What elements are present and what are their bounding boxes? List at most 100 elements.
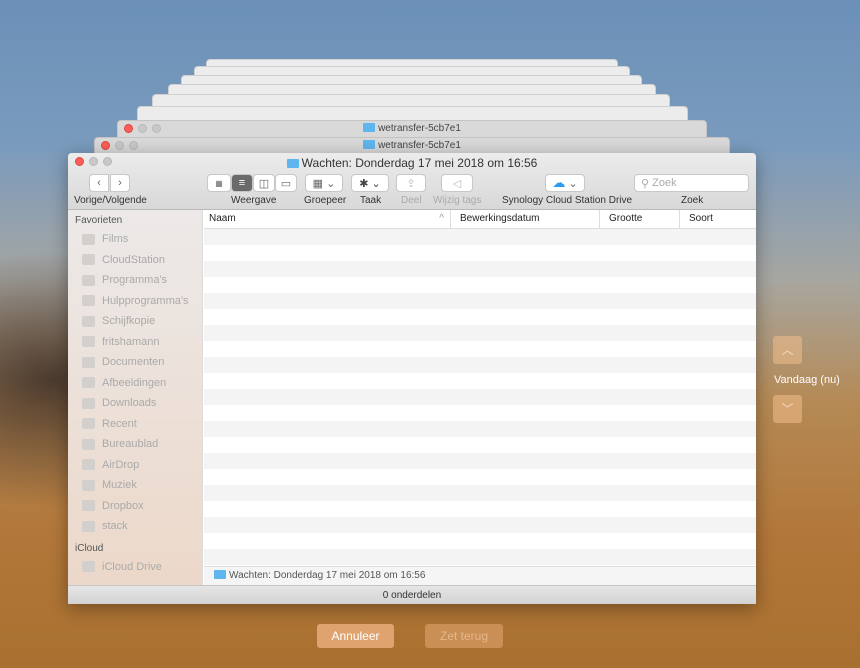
folder-icon — [363, 140, 376, 149]
sidebar-header-favorites: Favorieten — [75, 215, 123, 226]
group-label: Groepeer — [304, 195, 347, 206]
path-bar[interactable]: Wachten: Donderdag 17 mei 2018 om 16:56 — [204, 566, 756, 585]
gear-icon — [82, 315, 95, 327]
tags-button[interactable]: ◁ — [441, 174, 473, 192]
search-placeholder: Zoek — [652, 177, 677, 189]
column-soort[interactable]: Soort — [680, 210, 756, 228]
sidebar-item-label: Films — [102, 233, 129, 246]
search-icon: ⚲ — [641, 177, 653, 190]
sidebar-item-label: Muziek — [102, 479, 137, 492]
sidebar-item-label: Documenten — [102, 356, 165, 369]
sidebar-item-muziek[interactable]: Muziek — [68, 475, 202, 496]
folder-icon — [214, 570, 226, 579]
column-grootte[interactable]: Grootte — [600, 210, 680, 228]
sidebar-item-downloads[interactable]: Downloads — [68, 393, 202, 414]
action-button[interactable]: ✱ ⌄ — [351, 174, 389, 192]
search-label: Zoek — [681, 195, 704, 206]
airdrop-icon — [82, 459, 95, 471]
cloud-label: Synology Cloud Station Drive — [502, 195, 633, 206]
column-naam[interactable]: Naam ^ — [204, 210, 451, 228]
sidebar-item-hulpprogramma-s[interactable]: Hulpprogramma's — [68, 291, 202, 312]
nav-label: Vorige/Volgende — [74, 195, 147, 206]
timeline-label: Vandaag (nu) — [774, 374, 840, 386]
list-view-button[interactable]: ≡ — [231, 174, 253, 192]
document-icon — [82, 356, 95, 368]
sidebar-item-label: Programma's — [102, 274, 168, 287]
window-title: wetransfer-5cb7e1 — [378, 123, 461, 134]
sidebar-item-label: Afbeeldingen — [102, 376, 167, 389]
search-input[interactable]: ⚲ Zoek — [634, 174, 749, 192]
group-button[interactable]: ▦ ⌄ — [305, 174, 343, 192]
sidebar-item-programma-s[interactable]: Programma's — [68, 270, 202, 291]
sidebar-item-dropbox[interactable]: Dropbox — [68, 496, 202, 517]
empty-rows — [204, 229, 756, 566]
column-label: Naam — [209, 213, 236, 224]
camera-icon — [82, 377, 95, 389]
folder-icon — [363, 123, 376, 132]
column-header: Naam ^ Bewerkingsdatum Grootte Soort — [204, 210, 756, 229]
chevron-down-icon: ﹀ — [781, 402, 794, 416]
folder-icon — [82, 254, 95, 266]
file-list: Naam ^ Bewerkingsdatum Grootte Soort Wach… — [204, 210, 756, 585]
film-icon — [82, 233, 95, 245]
chevron-up-icon: ︿ — [781, 343, 794, 357]
sidebar-item-icloud-drive[interactable]: iCloud Drive — [68, 557, 202, 578]
share-label: Deel — [401, 195, 422, 206]
sidebar: Favorieten Films CloudStation Programma's H… — [68, 210, 203, 585]
timeline-down-button[interactable]: ﹀ — [773, 395, 802, 423]
toolbar: Wachten: Donderdag 17 mei 2018 om 16:56 … — [68, 153, 756, 210]
folder-icon — [286, 159, 299, 168]
sidebar-item-documenten[interactable]: Documenten — [68, 352, 202, 373]
finder-window: Wachten: Donderdag 17 mei 2018 om 16:56 … — [68, 153, 756, 604]
home-icon — [82, 336, 95, 348]
view-label: Weergave — [231, 195, 277, 206]
cloud-icon: ☁ — [552, 175, 566, 190]
action-label: Taak — [360, 195, 382, 206]
sidebar-item-stack[interactable]: stack — [68, 516, 202, 537]
column-bewerkingsdatum[interactable]: Bewerkingsdatum — [451, 210, 600, 228]
icon-view-button[interactable]: ▦ — [207, 174, 231, 192]
status-bar: 0 onderdelen — [68, 585, 756, 604]
sidebar-item-label: Recent — [102, 417, 137, 430]
sidebar-item-label: Bureaublad — [102, 438, 159, 451]
sidebar-item-label: Downloads — [102, 397, 157, 410]
sidebar-item-afbeeldingen[interactable]: Afbeeldingen — [68, 373, 202, 394]
sort-ascending-icon: ^ — [439, 213, 444, 224]
back-button[interactable]: ‹ — [89, 174, 109, 192]
restore-button[interactable]: Zet terug — [425, 624, 503, 648]
desktop-icon — [82, 438, 95, 450]
sidebar-item-cloudstation[interactable]: CloudStation — [68, 250, 202, 271]
column-view-button[interactable]: ◫ — [253, 174, 275, 192]
gallery-view-button[interactable]: ▭ — [275, 174, 297, 192]
cloud-station-button[interactable]: ☁ ⌄ — [545, 174, 585, 192]
sidebar-item-label: stack — [102, 520, 128, 533]
sidebar-header-icloud: iCloud — [75, 542, 104, 554]
sidebar-item-schijfkopie[interactable]: Schijfkopie — [68, 311, 202, 332]
sidebar-item-fritshamann[interactable]: fritshamann — [68, 332, 202, 353]
folder-icon — [82, 500, 95, 512]
apps-icon — [82, 274, 95, 286]
path-text: Wachten: Donderdag 17 mei 2018 om 16:56 — [229, 570, 426, 581]
sidebar-item-label: iCloud Drive — [102, 560, 162, 573]
sidebar-item-airdrop[interactable]: AirDrop — [68, 455, 202, 476]
cloud-icon — [82, 561, 95, 573]
tags-label: Wijzig tags — [433, 195, 482, 206]
timeline-up-button[interactable]: ︿ — [773, 336, 802, 364]
window-title: wetransfer-5cb7e1 — [378, 140, 461, 151]
share-button[interactable]: ⇪ — [396, 174, 426, 192]
sidebar-item-label: Hulpprogramma's — [102, 294, 189, 307]
recent-icon — [82, 418, 95, 430]
sidebar-item-label: Schijfkopie — [102, 315, 156, 328]
window-title: Wachten: Donderdag 17 mei 2018 om 16:56 — [301, 156, 538, 170]
sidebar-item-films[interactable]: Films — [68, 229, 202, 250]
sidebar-item-label: AirDrop — [102, 458, 140, 471]
sidebar-item-label: CloudStation — [102, 253, 165, 266]
music-icon — [82, 479, 95, 491]
sidebar-item-recent[interactable]: Recent — [68, 414, 202, 435]
sidebar-item-bureaublad[interactable]: Bureaublad — [68, 434, 202, 455]
cancel-button[interactable]: Annuleer — [317, 624, 394, 648]
forward-button[interactable]: › — [110, 174, 130, 192]
folder-icon — [82, 520, 95, 532]
sidebar-item-label: fritshamann — [102, 335, 160, 348]
sidebar-item-label: Dropbox — [102, 499, 144, 512]
